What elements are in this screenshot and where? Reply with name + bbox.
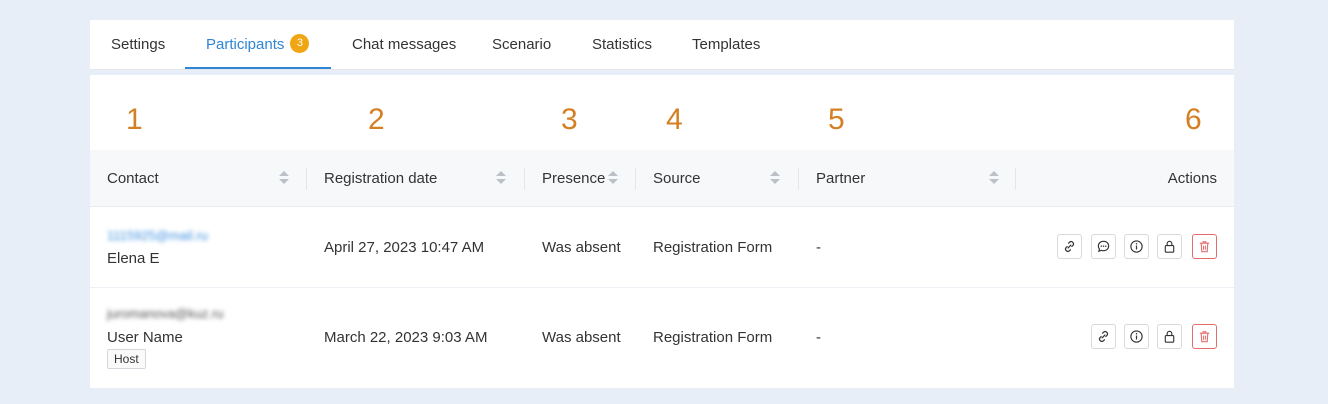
delete-button[interactable] [1192, 324, 1217, 349]
tab-participants[interactable]: Participants 3 [206, 20, 310, 70]
column-number-2: 2 [368, 103, 385, 136]
info-icon [1130, 330, 1143, 343]
tab-statistics[interactable]: Statistics [592, 20, 652, 70]
column-number-6: 6 [1185, 103, 1202, 136]
delete-button[interactable] [1192, 234, 1217, 259]
tab-settings[interactable]: Settings [111, 20, 165, 70]
chat-icon [1097, 240, 1110, 253]
table-row: juromanova@kuz.ru User Name Host March 2… [90, 288, 1234, 388]
participants-count-badge: 3 [290, 34, 310, 54]
sort-partner-icon[interactable] [989, 170, 999, 186]
participants-panel: 1 2 3 4 5 6 Contact Registration date Pr… [90, 75, 1234, 388]
info-button[interactable] [1124, 234, 1149, 259]
sort-source-icon[interactable] [770, 170, 780, 186]
column-number-3: 3 [561, 103, 578, 136]
header-partner[interactable]: Partner [816, 150, 865, 207]
registration-source: Registration Form [653, 329, 773, 346]
tab-chat-messages[interactable]: Chat messages [352, 20, 456, 70]
table-row: 1115925@mail.ru Elena E April 27, 2023 1… [90, 207, 1234, 288]
column-divider [635, 168, 636, 190]
column-divider [798, 168, 799, 190]
registration-date: March 22, 2023 9:03 AM [324, 329, 488, 346]
trash-icon [1199, 241, 1210, 253]
header-contact[interactable]: Contact [107, 150, 159, 207]
column-divider [306, 168, 307, 190]
copy-link-button[interactable] [1091, 324, 1116, 349]
link-icon [1064, 241, 1075, 252]
column-number-1: 1 [126, 103, 143, 136]
info-button[interactable] [1124, 324, 1149, 349]
info-icon [1130, 240, 1143, 253]
presence-status: Was absent [542, 329, 621, 346]
header-actions: Actions [1167, 170, 1217, 187]
sort-contact-icon[interactable] [279, 170, 289, 186]
tab-participants-label: Participants [206, 36, 285, 53]
lock-icon [1164, 240, 1175, 253]
contact-name: User Name [107, 329, 183, 346]
contact-email[interactable]: juromanova@kuz.ru [107, 306, 224, 321]
active-tab-indicator [185, 67, 331, 69]
column-number-4: 4 [666, 103, 683, 136]
column-divider [524, 168, 525, 190]
registration-date: April 27, 2023 10:47 AM [324, 239, 485, 256]
contact-email[interactable]: 1115925@mail.ru [107, 228, 208, 243]
column-number-5: 5 [828, 103, 845, 136]
tab-scenario[interactable]: Scenario [492, 20, 551, 70]
column-divider [1015, 168, 1016, 190]
lock-button[interactable] [1157, 234, 1182, 259]
sort-presence-icon[interactable] [608, 170, 618, 186]
header-presence[interactable]: Presence [542, 150, 605, 207]
copy-link-button[interactable] [1057, 234, 1082, 259]
registration-source: Registration Form [653, 239, 773, 256]
tab-bar: Settings Participants 3 Chat messages Sce… [90, 20, 1234, 70]
header-registration-date[interactable]: Registration date [324, 150, 437, 207]
message-button[interactable] [1091, 234, 1116, 259]
presence-status: Was absent [542, 239, 621, 256]
sort-registration-date-icon[interactable] [496, 170, 506, 186]
contact-name: Elena E [107, 250, 160, 267]
host-tag: Host [107, 349, 146, 369]
partner-value: - [816, 329, 821, 346]
trash-icon [1199, 331, 1210, 343]
lock-icon [1164, 330, 1175, 343]
tab-templates[interactable]: Templates [692, 20, 760, 70]
table-header: Contact Registration date Presence Sourc… [90, 150, 1234, 207]
header-source[interactable]: Source [653, 150, 701, 207]
partner-value: - [816, 239, 821, 256]
link-icon [1098, 331, 1109, 342]
lock-button[interactable] [1157, 324, 1182, 349]
